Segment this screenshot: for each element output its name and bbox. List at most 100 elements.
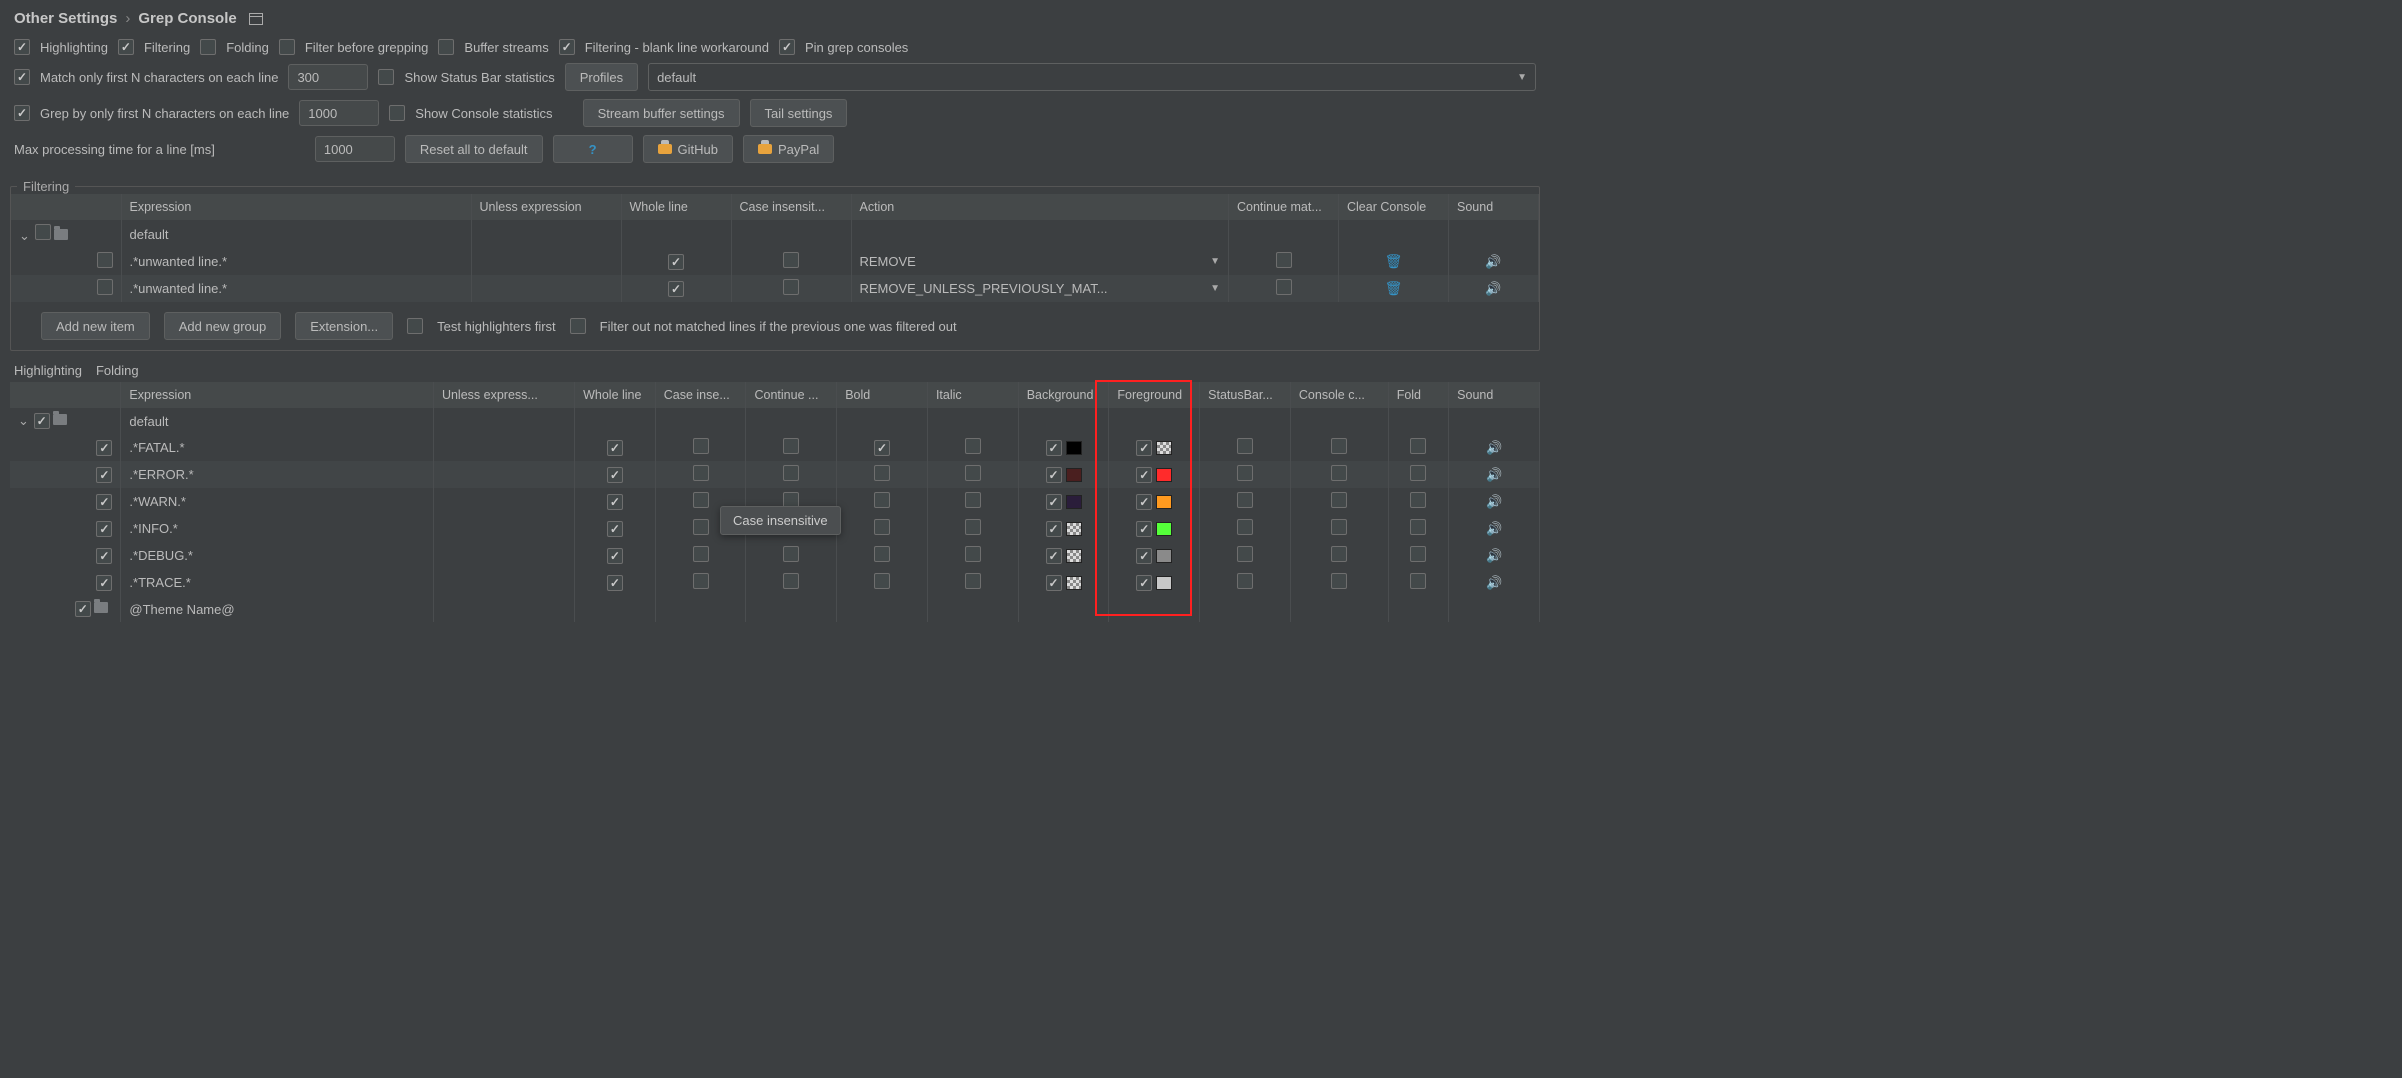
expression-cell[interactable]: .*WARN.* <box>121 488 434 515</box>
case-insensitive-checkbox[interactable] <box>693 519 709 535</box>
console-checkbox[interactable] <box>1331 573 1347 589</box>
table-row[interactable]: .*DEBUG.* 🔊 <box>10 542 1540 569</box>
italic-checkbox[interactable] <box>965 438 981 454</box>
console-checkbox[interactable] <box>1331 546 1347 562</box>
statusbar-checkbox[interactable] <box>1237 492 1253 508</box>
expression-cell[interactable]: .*TRACE.* <box>121 569 434 596</box>
table-row[interactable]: .*TRACE.* 🔊 <box>10 569 1540 596</box>
folding-checkbox[interactable] <box>200 39 216 55</box>
github-button[interactable]: GitHub <box>643 135 733 163</box>
background-checkbox[interactable] <box>1046 494 1062 510</box>
filter-not-matched-checkbox[interactable] <box>570 318 586 334</box>
add-item-button[interactable]: Add new item <box>41 312 150 340</box>
background-checkbox[interactable] <box>1046 440 1062 456</box>
test-highlighters-checkbox[interactable] <box>407 318 423 334</box>
column-header[interactable]: Unless expression <box>471 194 621 220</box>
column-header[interactable]: Expression <box>121 194 471 220</box>
statusbar-checkbox[interactable] <box>1237 573 1253 589</box>
whole-line-checkbox[interactable] <box>607 521 623 537</box>
grep-n-input[interactable] <box>299 100 379 126</box>
column-header[interactable]: Case insensit... <box>731 194 851 220</box>
fold-checkbox[interactable] <box>1410 465 1426 481</box>
table-row[interactable]: .*FATAL.* 🔊 <box>10 434 1540 461</box>
group-name[interactable]: default <box>121 220 471 248</box>
foreground-checkbox[interactable] <box>1136 467 1152 483</box>
sound-icon[interactable]: 🔊 <box>1485 254 1501 269</box>
foreground-checkbox[interactable] <box>1136 440 1152 456</box>
tail-settings-button[interactable]: Tail settings <box>750 99 848 127</box>
group-name[interactable]: default <box>121 408 434 434</box>
table-row[interactable]: .*unwanted line.* REMOVE▼ 🗑 🔊 <box>11 248 1539 275</box>
case-insensitive-checkbox[interactable] <box>693 546 709 562</box>
column-header[interactable]: Sound <box>1449 382 1540 408</box>
row-enable-checkbox[interactable] <box>96 467 112 483</box>
statusbar-checkbox[interactable] <box>1237 546 1253 562</box>
column-header[interactable]: Case inse... <box>655 382 746 408</box>
foreground-checkbox[interactable] <box>1136 521 1152 537</box>
expression-cell[interactable]: .*INFO.* <box>121 515 434 542</box>
fold-checkbox[interactable] <box>1410 546 1426 562</box>
column-header[interactable]: Sound <box>1449 194 1539 220</box>
continue-checkbox[interactable] <box>783 465 799 481</box>
whole-line-checkbox[interactable] <box>607 494 623 510</box>
expression-cell[interactable]: .*unwanted line.* <box>121 248 471 275</box>
show-console-checkbox[interactable] <box>389 105 405 121</box>
column-header[interactable]: Clear Console <box>1339 194 1449 220</box>
column-header[interactable]: Unless express... <box>433 382 574 408</box>
expression-cell[interactable]: .*ERROR.* <box>121 461 434 488</box>
group-checkbox[interactable] <box>75 601 91 617</box>
max-time-input[interactable] <box>315 136 395 162</box>
whole-line-checkbox[interactable] <box>607 575 623 591</box>
bold-checkbox[interactable] <box>874 465 890 481</box>
expression-cell[interactable]: .*DEBUG.* <box>121 542 434 569</box>
italic-checkbox[interactable] <box>965 519 981 535</box>
column-header[interactable]: Background <box>1018 382 1109 408</box>
column-header[interactable]: Whole line <box>575 382 656 408</box>
whole-line-checkbox[interactable] <box>607 467 623 483</box>
match-n-checkbox[interactable] <box>14 69 30 85</box>
whole-line-checkbox[interactable] <box>668 281 684 297</box>
fold-checkbox[interactable] <box>1410 438 1426 454</box>
column-header[interactable]: Fold <box>1388 382 1448 408</box>
background-checkbox[interactable] <box>1046 521 1062 537</box>
column-header[interactable]: Foreground <box>1109 382 1200 408</box>
show-status-checkbox[interactable] <box>378 69 394 85</box>
group-name[interactable]: @Theme Name@ <box>121 596 434 622</box>
foreground-checkbox[interactable] <box>1136 575 1152 591</box>
case-insensitive-checkbox[interactable] <box>693 573 709 589</box>
column-header[interactable]: Console c... <box>1290 382 1388 408</box>
column-header[interactable]: Action <box>851 194 1229 220</box>
bold-checkbox[interactable] <box>874 492 890 508</box>
statusbar-checkbox[interactable] <box>1237 465 1253 481</box>
paypal-button[interactable]: PayPal <box>743 135 834 163</box>
case-insensitive-checkbox[interactable] <box>693 438 709 454</box>
column-header[interactable]: Expression <box>121 382 434 408</box>
case-insensitive-checkbox[interactable] <box>693 492 709 508</box>
column-header[interactable] <box>11 194 121 220</box>
case-insensitive-checkbox[interactable] <box>693 465 709 481</box>
profile-select[interactable]: default ▼ <box>648 63 1536 91</box>
column-header[interactable]: Continue ... <box>746 382 837 408</box>
row-enable-checkbox[interactable] <box>96 494 112 510</box>
breadcrumb-parent[interactable]: Other Settings <box>14 10 117 27</box>
row-enable-checkbox[interactable] <box>97 252 113 268</box>
sound-icon[interactable]: 🔊 <box>1485 281 1501 296</box>
group-checkbox[interactable] <box>34 413 50 429</box>
statusbar-checkbox[interactable] <box>1237 519 1253 535</box>
group-checkbox[interactable] <box>35 224 51 240</box>
profiles-button[interactable]: Profiles <box>565 63 638 91</box>
italic-checkbox[interactable] <box>965 546 981 562</box>
column-header[interactable]: StatusBar... <box>1200 382 1291 408</box>
sound-icon[interactable]: 🔊 <box>1486 521 1502 536</box>
sound-icon[interactable]: 🔊 <box>1486 494 1502 509</box>
background-checkbox[interactable] <box>1046 548 1062 564</box>
column-header[interactable]: Continue mat... <box>1229 194 1339 220</box>
sound-icon[interactable]: 🔊 <box>1486 467 1502 482</box>
statusbar-checkbox[interactable] <box>1237 438 1253 454</box>
italic-checkbox[interactable] <box>965 573 981 589</box>
fold-checkbox[interactable] <box>1410 492 1426 508</box>
italic-checkbox[interactable] <box>965 492 981 508</box>
continue-checkbox[interactable] <box>783 546 799 562</box>
bold-checkbox[interactable] <box>874 440 890 456</box>
row-enable-checkbox[interactable] <box>96 521 112 537</box>
